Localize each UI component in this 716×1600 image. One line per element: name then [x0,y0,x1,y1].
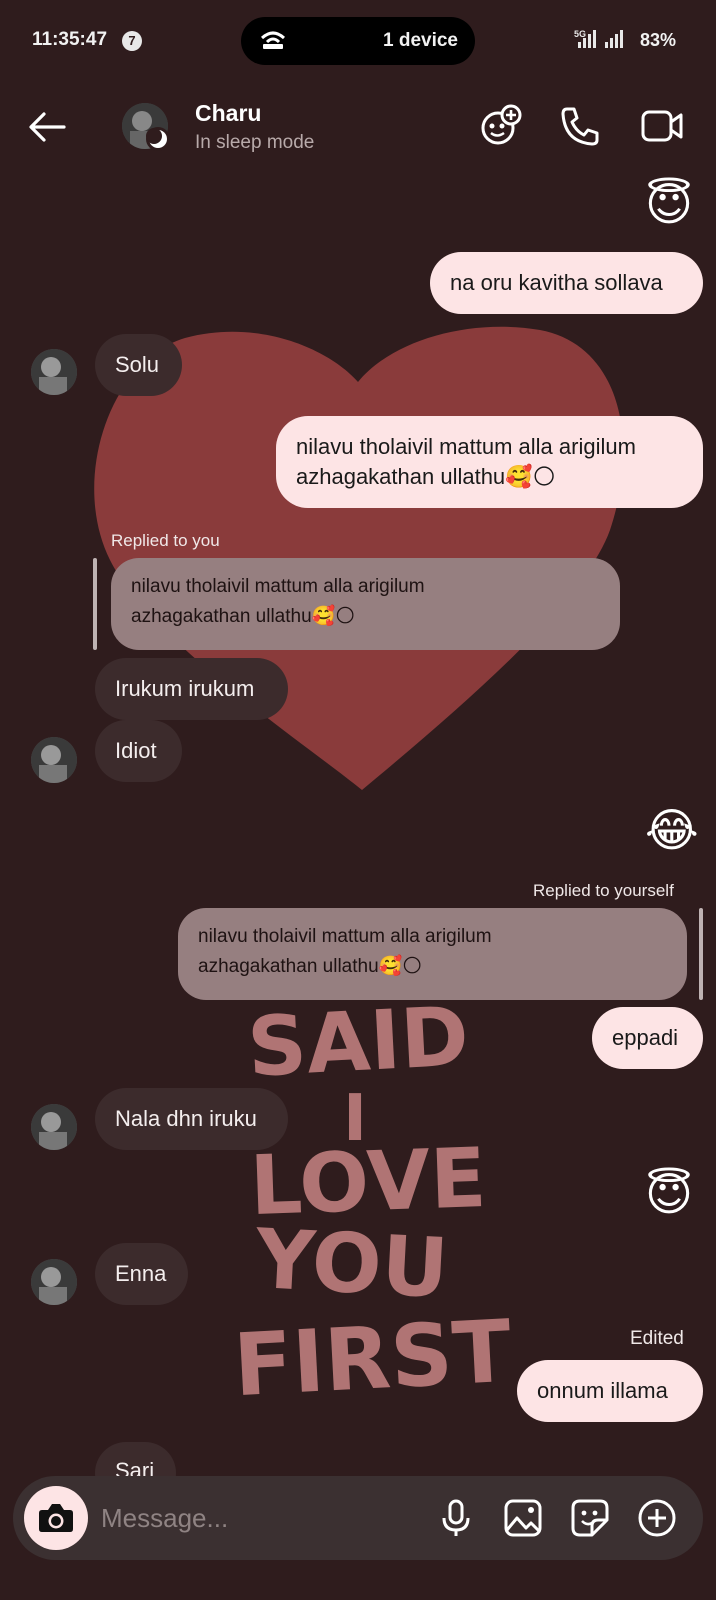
emoji-message[interactable]: 😂 [645,804,699,856]
reply-label: Replied to you [111,531,220,550]
add-icon[interactable] [637,1498,677,1538]
quoted-message[interactable]: nilavu tholaivil mattum alla arigilum az… [178,908,687,1000]
effects-icon[interactable] [478,104,522,148]
outgoing-message[interactable]: onnum illama [517,1360,703,1422]
outgoing-message[interactable]: na oru kavitha sollava [430,252,703,314]
gallery-icon[interactable] [503,1498,543,1538]
camera-button[interactable] [24,1486,88,1550]
outgoing-message[interactable]: nilavu tholaivil mattum alla arigilum az… [276,416,703,508]
incoming-message[interactable]: Solu [95,334,182,396]
wallpaper-word-1: SAID [245,989,471,1095]
cast-icon [260,31,286,49]
sender-avatar[interactable] [31,1259,77,1305]
emoji-message[interactable]: 😇 [645,178,693,230]
incoming-message[interactable]: Idiot [95,720,182,782]
camera-icon [39,1504,73,1532]
message-input[interactable]: Message... [101,1503,228,1534]
phone-icon[interactable] [558,104,602,148]
back-arrow-icon[interactable] [26,106,68,148]
sleep-moon-icon [146,127,170,151]
reply-quote-bar [699,908,703,1000]
quoted-message[interactable]: nilavu tholaivil mattum alla arigilum az… [111,558,620,650]
microphone-icon[interactable] [436,1498,476,1538]
network-type: 5G [574,29,586,39]
notification-count-badge: 7 [122,31,142,51]
battery-level: 83% [640,30,677,50]
sender-avatar[interactable] [31,1104,77,1150]
emoji-message[interactable]: 😇 [645,1168,693,1220]
edited-label: Edited [630,1328,684,1349]
incoming-message[interactable]: Irukum irukum [95,658,288,720]
sender-avatar[interactable] [31,737,77,783]
video-call-icon[interactable] [640,104,684,148]
contact-name[interactable]: Charu [195,100,261,127]
reply-quote-bar [93,558,97,650]
incoming-message[interactable]: Enna [95,1243,188,1305]
reply-label: Replied to yourself [533,881,674,900]
outgoing-message[interactable]: eppadi [592,1007,703,1069]
signal-icon: 5G [574,29,623,48]
incoming-message[interactable]: Nala dhn iruku [95,1088,288,1150]
sender-avatar[interactable] [31,349,77,395]
status-time: 11:35:47 [32,29,108,50]
wallpaper-word-5: FIRST [231,1302,514,1416]
sticker-icon[interactable] [570,1498,610,1538]
contact-status: In sleep mode [195,132,315,153]
wallpaper-word-4: YOU [252,1212,450,1317]
